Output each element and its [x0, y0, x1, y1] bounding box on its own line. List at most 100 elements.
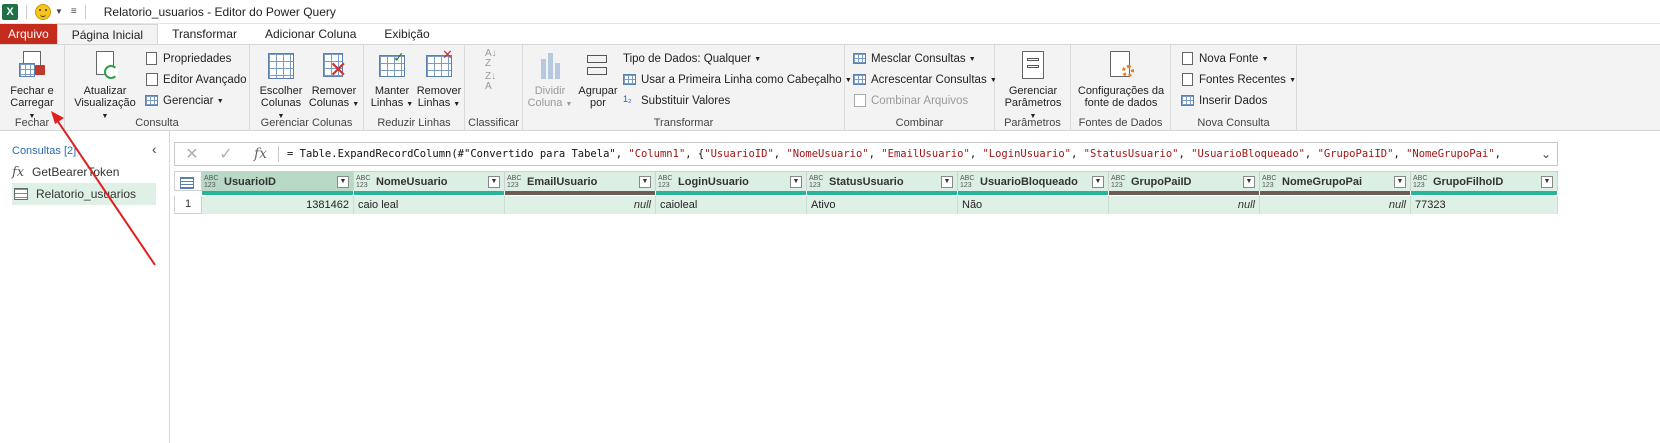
data-type-dropdown[interactable]: Tipo de Dados: Qualquer ▼: [623, 50, 761, 68]
column-header[interactable]: ABC 123 EmailUsuario ▼: [505, 171, 656, 191]
recent-sources-button[interactable]: Fontes Recentes ▼: [1181, 71, 1296, 89]
column-header-label: NomeGrupoPai: [1282, 175, 1363, 188]
type-label-top: ABC: [1262, 174, 1277, 182]
tab-adicionar-coluna[interactable]: Adicionar Coluna: [251, 24, 370, 44]
any-type-icon[interactable]: ABC 123: [1109, 175, 1129, 189]
new-source-label: Nova Fonte: [1199, 53, 1259, 65]
type-label-top: ABC: [1413, 174, 1428, 182]
group-reduzir-linhas: ✓ Manter Linhas ▼ ✕ Remover Linhas ▼ Red…: [364, 45, 465, 131]
queries-pane-title[interactable]: Consultas [2]: [12, 145, 76, 157]
split-column-button[interactable]: Dividir Coluna ▼: [527, 51, 573, 111]
use-first-row-header-button[interactable]: Usar a Primeira Linha como Cabeçalho ▼: [623, 71, 852, 89]
type-label-bottom: 123: [356, 181, 368, 189]
table-cell[interactable]: caio leal: [354, 196, 505, 214]
group-by-icon: [583, 51, 613, 81]
remove-columns-label-2: Colunas ▼: [308, 97, 360, 109]
any-type-icon[interactable]: ABC 123: [656, 175, 676, 189]
new-source-button[interactable]: Nova Fonte ▼: [1181, 50, 1269, 68]
tab-transformar[interactable]: Transformar: [158, 24, 251, 44]
fx-icon[interactable]: fx: [243, 146, 279, 162]
advanced-editor-button[interactable]: Editor Avançado: [145, 71, 247, 89]
tab-exibicao[interactable]: Exibição: [370, 24, 443, 44]
column-header[interactable]: ABC 123 UsuarioID ▼: [202, 171, 354, 191]
formula-input[interactable]: = Table.ExpandRecordColumn(#"Convertido …: [279, 148, 1535, 160]
column-filter-dropdown-icon[interactable]: ▼: [337, 175, 349, 188]
combine-files-label: Combinar Arquivos: [871, 95, 969, 107]
keep-rows-button[interactable]: ✓ Manter Linhas ▼: [368, 50, 416, 111]
query-item-getbearertoken[interactable]: fx GetBearerToken: [12, 161, 156, 183]
expand-formula-icon[interactable]: ⌄: [1535, 147, 1557, 161]
data-type-label: Tipo de Dados: Qualquer: [623, 53, 752, 65]
combine-files-button[interactable]: Combinar Arquivos: [853, 92, 968, 110]
column-header-label: StatusUsuario: [829, 175, 904, 188]
queries-pane: Consultas [2] ‹ fx GetBearerToken Relato…: [0, 131, 170, 443]
table-cell[interactable]: caioleal: [656, 196, 807, 214]
column-filter-dropdown-icon[interactable]: ▼: [1092, 175, 1104, 188]
title-separator-2: [84, 4, 86, 19]
column-header[interactable]: ABC 123 GrupoPaiID ▼: [1109, 171, 1260, 191]
properties-button[interactable]: Propriedades: [145, 50, 231, 68]
group-by-button[interactable]: Agrupar por: [575, 51, 621, 109]
column-filter-dropdown-icon[interactable]: ▼: [1243, 175, 1255, 188]
split-column-icon: [535, 51, 565, 81]
column-filter-dropdown-icon[interactable]: ▼: [941, 175, 953, 188]
column-header[interactable]: ABC 123 NomeUsuario ▼: [354, 171, 505, 191]
type-label-top: ABC: [1111, 174, 1126, 182]
table-cell[interactable]: 77323: [1411, 196, 1558, 214]
any-type-icon[interactable]: ABC 123: [202, 175, 222, 189]
any-type-icon[interactable]: ABC 123: [1260, 175, 1280, 189]
confirm-icon[interactable]: ✓: [209, 144, 243, 164]
table-cell[interactable]: null: [1260, 196, 1411, 214]
data-source-settings-button[interactable]: Configurações da fonte de dados: [1075, 51, 1167, 109]
remove-columns-button[interactable]: ✕ Remover Colunas ▼: [308, 51, 360, 111]
any-type-icon[interactable]: ABC 123: [505, 175, 525, 189]
collapse-pane-icon[interactable]: ‹: [152, 141, 157, 157]
sort-descending-button[interactable]: Z↓ A: [485, 72, 496, 92]
table-cell[interactable]: Ativo: [807, 196, 958, 214]
manage-button[interactable]: Gerenciar ▼: [145, 92, 224, 110]
tab-arquivo[interactable]: Arquivo: [0, 24, 57, 44]
manage-parameters-button[interactable]: Gerenciar Parâmetros ▼: [1001, 51, 1065, 123]
table-cell[interactable]: null: [1109, 196, 1260, 214]
column-filter-dropdown-icon[interactable]: ▼: [1541, 175, 1553, 188]
cancel-icon[interactable]: ✕: [175, 144, 209, 164]
any-type-icon[interactable]: ABC 123: [354, 175, 374, 189]
merge-queries-button[interactable]: Mesclar Consultas ▼: [853, 50, 976, 68]
sort-ascending-button[interactable]: A↓ Z: [485, 49, 497, 69]
smiley-feedback-icon[interactable]: [35, 3, 51, 20]
replace-values-button[interactable]: 1₂ Substituir Valores: [623, 92, 730, 110]
table-cell[interactable]: Não: [958, 196, 1109, 214]
column-header[interactable]: ABC 123 UsuarioBloqueado ▼: [958, 171, 1109, 191]
row-number[interactable]: 1: [174, 196, 202, 214]
column-header[interactable]: ABC 123 NomeGrupoPai ▼: [1260, 171, 1411, 191]
close-and-load-button[interactable]: Fechar e Carregar ▼: [6, 51, 58, 123]
group-classificar: A↓ Z Z↓ A Classificar: [465, 45, 523, 131]
chevron-down-icon[interactable]: ▼: [55, 7, 63, 16]
customize-toolbar-icon[interactable]: ≡: [71, 6, 77, 17]
refresh-preview-button[interactable]: Atualizar Visualização ▼: [71, 51, 139, 123]
column-header[interactable]: ABC 123 StatusUsuario ▼: [807, 171, 958, 191]
choose-columns-button[interactable]: Escolher Colunas ▼: [256, 51, 306, 123]
enter-data-button[interactable]: Inserir Dados: [1181, 92, 1267, 110]
remove-rows-button[interactable]: ✕ Remover Linhas ▼: [414, 48, 464, 111]
remove-rows-label-2: Linhas ▼: [417, 97, 461, 109]
column-filter-dropdown-icon[interactable]: ▼: [488, 175, 500, 188]
any-type-icon[interactable]: ABC 123: [958, 175, 978, 189]
group-label-fontes: Fontes de Dados: [1078, 117, 1163, 129]
group-combinar: Mesclar Consultas ▼ Acrescentar Consulta…: [845, 45, 997, 131]
column-filter-dropdown-icon[interactable]: ▼: [790, 175, 802, 188]
any-type-icon[interactable]: ABC 123: [807, 175, 827, 189]
query-label: Relatorio_usuarios: [36, 187, 137, 201]
table-menu-icon[interactable]: [174, 171, 202, 191]
column-header[interactable]: ABC 123 LoginUsuario ▼: [656, 171, 807, 191]
any-type-icon[interactable]: ABC 123: [1411, 175, 1431, 189]
column-header[interactable]: ABC 123 GrupoFilhoID ▼: [1411, 171, 1558, 191]
tab-pagina-inicial[interactable]: Página Inicial: [56, 24, 159, 44]
column-filter-dropdown-icon[interactable]: ▼: [1394, 175, 1406, 188]
table-cell[interactable]: null: [505, 196, 656, 214]
append-queries-button[interactable]: Acrescentar Consultas ▼: [853, 71, 997, 89]
query-item-relatorio-usuarios[interactable]: Relatorio_usuarios: [12, 183, 156, 205]
split-column-label-1: Dividir: [534, 85, 566, 97]
table-cell[interactable]: 1381462: [202, 196, 354, 214]
column-filter-dropdown-icon[interactable]: ▼: [639, 175, 651, 188]
